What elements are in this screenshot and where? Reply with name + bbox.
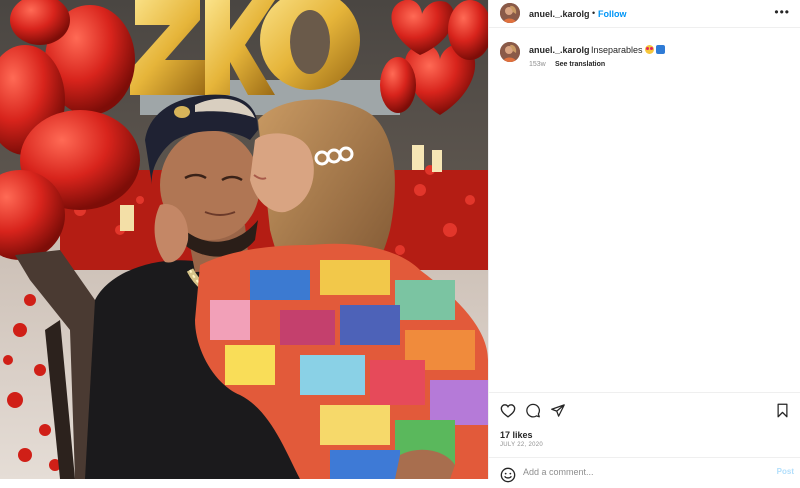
- post-date: JULY 22, 2020: [500, 442, 544, 448]
- speech-bubble-icon: [526, 403, 540, 418]
- post-photo[interactable]: [0, 0, 488, 479]
- instagram-post-window: anuel._.karolg • Follow ••• anuel._.karo…: [0, 0, 800, 483]
- actions-section: 17 likes JULY 22, 2020 Post: [489, 392, 800, 483]
- caption: anuel._.karolg Inseparables 153w See tra…: [489, 38, 800, 78]
- username[interactable]: anuel._.karolg: [529, 9, 590, 19]
- smiley-face-icon: [500, 467, 516, 483]
- avatar-image: [500, 3, 520, 23]
- caption-avatar[interactable]: [500, 42, 520, 62]
- caption-text-wrap: Inseparables: [591, 45, 665, 55]
- heart-eyes-emoji-icon: [644, 45, 654, 54]
- bookmark-icon[interactable]: [776, 403, 789, 418]
- avatar[interactable]: [500, 3, 520, 23]
- separator-dot: •: [592, 8, 596, 18]
- share-icon[interactable]: [550, 403, 566, 418]
- blue-heart-emoji-icon: [655, 45, 665, 54]
- comment-input[interactable]: [523, 465, 763, 479]
- post-header: anuel._.karolg • Follow •••: [489, 0, 800, 28]
- heart-outline-icon: [500, 404, 516, 418]
- post-comment-button[interactable]: Post: [777, 467, 794, 476]
- like-icon[interactable]: [500, 403, 516, 418]
- bookmark-outline-icon: [777, 403, 788, 418]
- photo-illustration: [0, 0, 488, 479]
- post-time[interactable]: 153w: [529, 61, 546, 68]
- more-options-icon[interactable]: •••: [774, 5, 790, 19]
- caption-text: Inseparables: [591, 45, 643, 55]
- avatar-image: [500, 42, 520, 62]
- comment-icon[interactable]: [525, 403, 541, 418]
- emoji-picker-icon[interactable]: [500, 467, 516, 488]
- likes-count[interactable]: 17 likes: [500, 430, 533, 440]
- post-details-panel: anuel._.karolg • Follow ••• anuel._.karo…: [488, 0, 800, 483]
- add-comment-row: Post: [489, 457, 800, 483]
- follow-button[interactable]: Follow: [598, 9, 627, 19]
- caption-username[interactable]: anuel._.karolg: [529, 45, 590, 55]
- see-translation-link[interactable]: See translation: [555, 61, 605, 68]
- paper-plane-icon: [551, 404, 565, 417]
